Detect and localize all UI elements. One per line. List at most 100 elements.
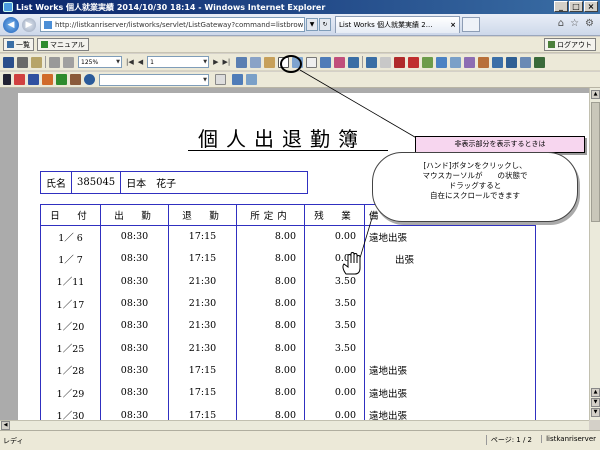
cell-date: 1／20: [40, 314, 101, 337]
cell-in: 08:30: [100, 314, 169, 337]
last-page-button[interactable]: ▶|: [223, 58, 231, 66]
forward-button[interactable]: ▶: [22, 17, 36, 32]
select-tool-icon[interactable]: [306, 56, 318, 68]
folder-icon[interactable]: [478, 56, 490, 68]
logout-button[interactable]: ログアウト: [544, 38, 596, 51]
page-number-input[interactable]: 1: [147, 56, 210, 68]
cell-in: 08:30: [100, 336, 169, 360]
cell-out: 21:30: [168, 292, 237, 315]
hand-cursor-icon: [342, 252, 361, 275]
cell-out: 21:30: [168, 314, 237, 337]
chart-icon[interactable]: [408, 56, 420, 68]
cell-regular: 8.00: [236, 247, 305, 271]
list-view-icon[interactable]: [506, 56, 518, 68]
scroll-down-button[interactable]: ▼: [591, 408, 600, 417]
annotation-select[interactable]: [99, 73, 209, 86]
cell-note: [364, 292, 536, 315]
tab-close-button[interactable]: ×: [450, 21, 456, 29]
toolbar-separator: [45, 56, 46, 68]
color-icon[interactable]: [84, 74, 95, 85]
first-page-button[interactable]: |◀: [126, 58, 134, 66]
export-icon[interactable]: [450, 56, 462, 68]
callout-line-1: [ハンド]ボタンをクリックし、: [423, 161, 527, 170]
annotation-view-icon[interactable]: [246, 74, 257, 85]
clipboard-icon[interactable]: [63, 56, 74, 68]
compare-icon[interactable]: [334, 56, 346, 68]
close-button[interactable]: ×: [584, 1, 598, 12]
vertical-scrollbar[interactable]: ▲ ▲ ▼ ▼: [589, 88, 600, 420]
tag-icon[interactable]: [422, 56, 434, 68]
pointer-icon[interactable]: [3, 74, 11, 85]
favorites-star-icon[interactable]: ☆: [570, 18, 579, 29]
back-button[interactable]: ◀: [3, 16, 19, 33]
share-icon[interactable]: [464, 56, 476, 68]
text-annotation-icon[interactable]: [28, 74, 39, 85]
cell-in: 08:30: [100, 381, 169, 404]
browser-tab[interactable]: List Works 個人就業実績 2... ×: [335, 16, 460, 33]
settings-gear-icon[interactable]: ⚙: [585, 18, 594, 29]
window-icon[interactable]: [520, 56, 532, 68]
cell-date: 1／30: [40, 403, 101, 420]
user-icon[interactable]: [436, 56, 448, 68]
copy-icon[interactable]: [31, 56, 42, 68]
cell-regular: 8.00: [236, 292, 305, 315]
annotation-settings-icon[interactable]: [232, 74, 243, 85]
prev-page-button[interactable]: ◀: [138, 58, 143, 66]
highlight-icon[interactable]: [264, 56, 276, 68]
print-icon[interactable]: [17, 56, 28, 68]
grid-icon[interactable]: [380, 56, 392, 68]
paste-icon[interactable]: [49, 56, 60, 68]
cell-note: 遠地出張: [364, 403, 536, 420]
employee-id: 385045: [72, 172, 122, 193]
list-button[interactable]: 一覧: [3, 38, 34, 51]
cell-regular: 8.00: [236, 381, 305, 404]
manual-button[interactable]: マニュアル: [37, 38, 89, 51]
horizontal-scrollbar[interactable]: ◀: [0, 420, 589, 430]
marker-icon[interactable]: [14, 74, 25, 85]
cell-date: 1／29: [40, 381, 101, 404]
table-row: 1／29 08:30 17:15 8.00 0.00 遠地出張: [40, 381, 536, 404]
name-label: 氏名: [41, 172, 72, 193]
scroll-page-up-button[interactable]: ▲: [591, 388, 600, 397]
window-title: List Works 個人就業実績 2014/10/30 18:14 - Win…: [16, 2, 326, 12]
zoom-select[interactable]: 125%: [78, 56, 122, 68]
properties-icon[interactable]: [366, 56, 378, 68]
refresh-button[interactable]: ↻: [319, 18, 331, 31]
stamp-icon[interactable]: [70, 74, 81, 85]
cell-in: 08:30: [100, 403, 169, 420]
view-icon[interactable]: [320, 56, 332, 68]
scroll-up-button[interactable]: ▲: [591, 90, 600, 99]
address-dropdown-button[interactable]: ▼: [306, 18, 318, 31]
search-icon[interactable]: [250, 56, 262, 68]
cell-date: 1／25: [40, 336, 101, 360]
save-icon[interactable]: [3, 56, 14, 68]
scroll-page-down-button[interactable]: ▼: [591, 398, 600, 407]
link-icon[interactable]: [236, 56, 248, 68]
cell-in: 08:30: [100, 359, 169, 382]
list-button-label: 一覧: [16, 40, 30, 49]
minimize-button[interactable]: _: [554, 1, 568, 12]
list-icon: [7, 41, 14, 48]
table-row: 1／20 08:30 21:30 8.00 3.50: [40, 314, 536, 337]
scroll-thumb[interactable]: [591, 102, 600, 222]
annotation-list-icon[interactable]: [215, 74, 226, 85]
next-page-button[interactable]: ▶: [213, 58, 218, 66]
pen-icon[interactable]: [42, 74, 53, 85]
address-field[interactable]: http://listkanriserver/listworks/servlet…: [40, 17, 305, 32]
callout-bubble: [ハンド]ボタンをクリックし、 マウスカーソルが の状態で ドラッグすると 自在…: [372, 152, 578, 222]
book-icon[interactable]: [492, 56, 504, 68]
home-icon[interactable]: ⌂: [558, 18, 564, 29]
callout-line-3: ドラッグすると: [448, 181, 502, 190]
table-icon[interactable]: [394, 56, 406, 68]
check-icon[interactable]: [56, 74, 67, 85]
tools-icon[interactable]: [534, 56, 546, 68]
table-row: 1／11 08:30 21:30 8.00 3.50: [40, 270, 536, 293]
maximize-button[interactable]: □: [569, 1, 583, 12]
header-in: 出 勤: [100, 204, 169, 226]
new-tab-button[interactable]: [462, 17, 480, 32]
scroll-left-button[interactable]: ◀: [1, 421, 10, 430]
cell-overtime: 0.00: [304, 381, 365, 404]
cell-overtime: 0.00: [304, 403, 365, 420]
cell-note: [364, 270, 536, 293]
layout-icon[interactable]: [348, 56, 360, 68]
